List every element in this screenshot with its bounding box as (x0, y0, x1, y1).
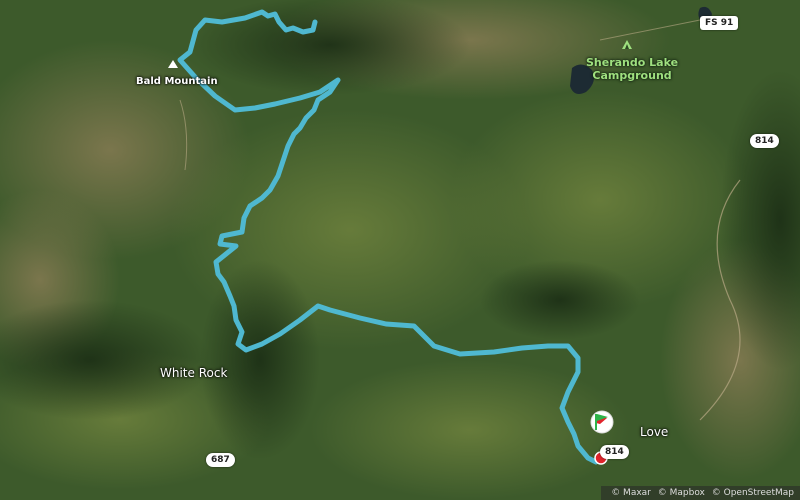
attribution-mapbox[interactable]: © Mapbox (658, 488, 705, 498)
road-shield-687: 687 (206, 453, 235, 467)
peak-triangle-icon (168, 60, 178, 68)
label-white-rock: White Rock (160, 366, 228, 380)
route-overlay (177, 9, 614, 465)
road-shield-fs91: FS 91 (700, 16, 739, 30)
label-bald-mountain: Bald Mountain (136, 76, 218, 87)
campground-tent-icon (622, 40, 632, 49)
attribution-maxar[interactable]: © Maxar (611, 488, 651, 498)
attribution-osm[interactable]: © OpenStreetMap (712, 488, 794, 498)
label-sherando-lake-campground: Sherando Lake Campground (586, 56, 679, 82)
start-flag-icon[interactable] (590, 410, 614, 434)
map-attribution[interactable]: © Maxar © Mapbox © OpenStreetMap (601, 486, 800, 500)
map-viewport[interactable]: Bald Mountain Sherando Lake Campground W… (0, 0, 800, 500)
label-love: Love (640, 425, 669, 439)
road-shield-814-top: 814 (750, 134, 779, 148)
road-shield-814-bottom: 814 (600, 445, 629, 459)
hiking-route-line[interactable] (177, 9, 599, 465)
